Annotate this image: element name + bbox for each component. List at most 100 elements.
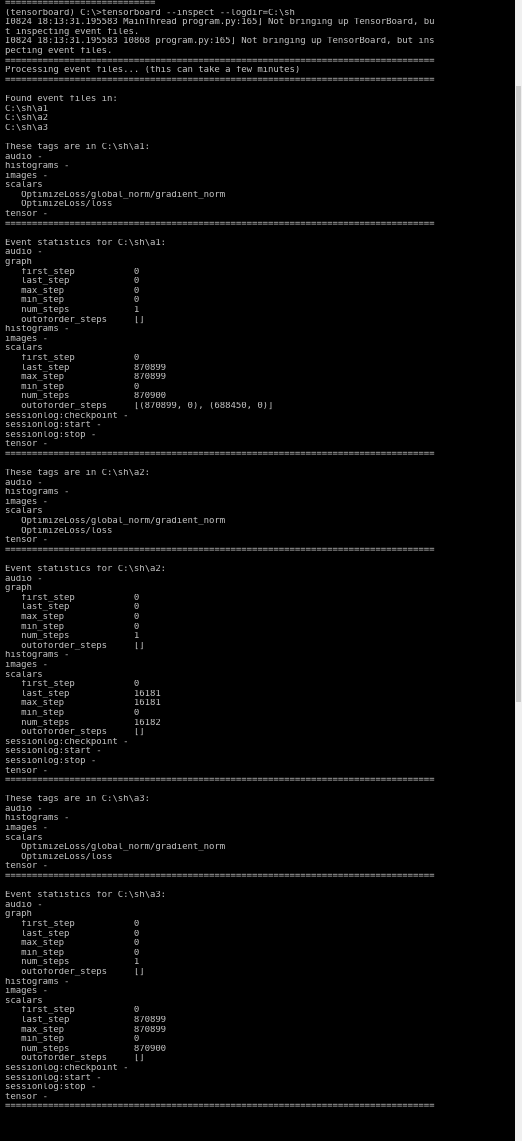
console-line: sessionlog:stop -: [5, 430, 97, 440]
console-line: min_step 0: [5, 948, 140, 958]
console-line: images -: [5, 660, 48, 670]
console-line: OptimizeLoss/loss: [5, 200, 113, 210]
console-line: max_step 0: [5, 613, 140, 622]
console-line: min_step 0: [5, 622, 140, 632]
console-line: Event statistics for C:\sh\a2:: [5, 565, 167, 575]
console-line: Event statistics for C:\sh\a1:: [5, 238, 167, 248]
console-line: ========================================…: [5, 1102, 435, 1112]
console-output: ============================ (tensorboard…: [5, 0, 515, 1112]
console-line: images -: [5, 334, 48, 344]
console-line: Processing event files... (this can take…: [5, 66, 301, 76]
console-line: last_step 16181: [5, 689, 161, 699]
console-line: graph: [5, 258, 32, 268]
console-line: audio -: [5, 478, 43, 488]
console-line: num_steps 1: [5, 958, 140, 968]
console-line: Found event files in:: [5, 94, 118, 104]
console-line: ============================: [5, 0, 156, 8]
console-line: These tags are in C:\sh\a3:: [5, 795, 150, 805]
console-line: (tensorboard) C:\>tensorboard --inspect …: [5, 8, 295, 18]
console-line: num_steps 870900: [5, 1044, 167, 1054]
console-line: sessionlog:checkpoint -: [5, 411, 129, 421]
console-line: last_step 870899: [5, 1015, 167, 1025]
console-line: num_steps 1: [5, 632, 140, 642]
console-line: first_step 0: [5, 920, 140, 929]
console-line: audio -: [5, 152, 43, 162]
console-line: first_step 0: [5, 680, 140, 690]
console-line: histograms -: [5, 488, 70, 498]
console-line: outoforder_steps []: [5, 641, 145, 651]
console-line: OptimizeLoss/loss: [5, 526, 113, 536]
console-line: scalars: [5, 344, 43, 354]
console-line: audio -: [5, 900, 43, 910]
console-line: ========================================…: [5, 545, 435, 555]
console-line: sessionlog:stop -: [5, 1083, 97, 1093]
console-line: graph: [5, 584, 32, 594]
console-line: tensor -: [5, 766, 48, 776]
console-line: scalars: [5, 181, 43, 191]
console-line: ========================================…: [5, 75, 435, 85]
console-line: tensor -: [5, 210, 48, 220]
console-line: outoforder_steps []: [5, 728, 145, 738]
console-line: outoforder_steps [(870899, 0), (688450, …: [5, 401, 274, 411]
vertical-scrollbar[interactable]: [515, 0, 522, 1141]
console-line: C:\sh\a3: [5, 123, 48, 133]
console-line: I0824 18:13:31.195583 MainThread program…: [5, 18, 435, 28]
console-line: ========================================…: [5, 776, 435, 786]
console-line: min_step 0: [5, 296, 140, 306]
console-line: last_step 870899: [5, 363, 167, 373]
scrollbar-thumb[interactable]: [516, 86, 521, 702]
console-line: sessionlog:stop -: [5, 756, 97, 766]
console-line: t inspecting event files.: [5, 27, 140, 37]
console-line: max_step 0: [5, 286, 140, 296]
console-line: sessionlog:start -: [5, 1073, 102, 1083]
console-line: ========================================…: [5, 56, 435, 66]
console-line: These tags are in C:\sh\a1:: [5, 142, 150, 152]
console-line: I0824 18:13:31.195583 10868 program.py:1…: [5, 37, 435, 47]
console-line: OptimizeLoss/global_norm/gradient_norm: [5, 517, 226, 527]
console-line: pecting event files.: [5, 46, 113, 56]
console-line: outoforder_steps []: [5, 315, 145, 325]
console-line: min_step 0: [5, 382, 140, 392]
console-line: images -: [5, 497, 48, 507]
console-line: scalars: [5, 507, 43, 517]
console-line: sessionlog:checkpoint -: [5, 1063, 129, 1073]
console-line: ========================================…: [5, 449, 435, 459]
console-line: histograms -: [5, 325, 70, 335]
console-line: max_step 16181: [5, 699, 161, 709]
console-line: first_step 0: [5, 1006, 140, 1016]
console-line: first_step 0: [5, 267, 140, 277]
console-line: ========================================…: [5, 219, 435, 229]
console-line: C:\sh\a1: [5, 104, 48, 114]
console-line: scalars: [5, 833, 43, 843]
console-line: scalars: [5, 996, 43, 1006]
console-line: num_steps 1: [5, 306, 140, 315]
console-line: first_step 0: [5, 593, 140, 603]
console-line: images -: [5, 824, 48, 834]
console-line: graph: [5, 910, 32, 920]
console-line: These tags are in C:\sh\a2:: [5, 469, 150, 479]
console-line: audio -: [5, 804, 43, 814]
console-line: C:\sh\a2: [5, 114, 48, 124]
console-line: max_step 0: [5, 939, 140, 949]
console-line: histograms -: [5, 162, 70, 172]
console-line: min_step 0: [5, 1035, 140, 1045]
console-line: tensor -: [5, 440, 48, 450]
console-line: ========================================…: [5, 872, 435, 882]
console-line: outoforder_steps []: [5, 1054, 145, 1064]
console-line: num_steps 870900: [5, 392, 167, 402]
console-line: tensor -: [5, 862, 48, 872]
console-line: histograms -: [5, 977, 70, 987]
console-line: images -: [5, 987, 48, 997]
console-line: histograms -: [5, 814, 70, 824]
console-line: num_steps 16182: [5, 718, 161, 728]
console-line: Event statistics for C:\sh\a3:: [5, 891, 167, 901]
console-line: last_step 0: [5, 929, 140, 939]
console-line: tensor -: [5, 536, 48, 546]
console-line: max_step 870899: [5, 1025, 167, 1035]
console-line: sessionlog:checkpoint -: [5, 737, 129, 747]
console-line: images -: [5, 171, 48, 181]
console-window[interactable]: ============================ (tensorboard…: [0, 0, 515, 1141]
